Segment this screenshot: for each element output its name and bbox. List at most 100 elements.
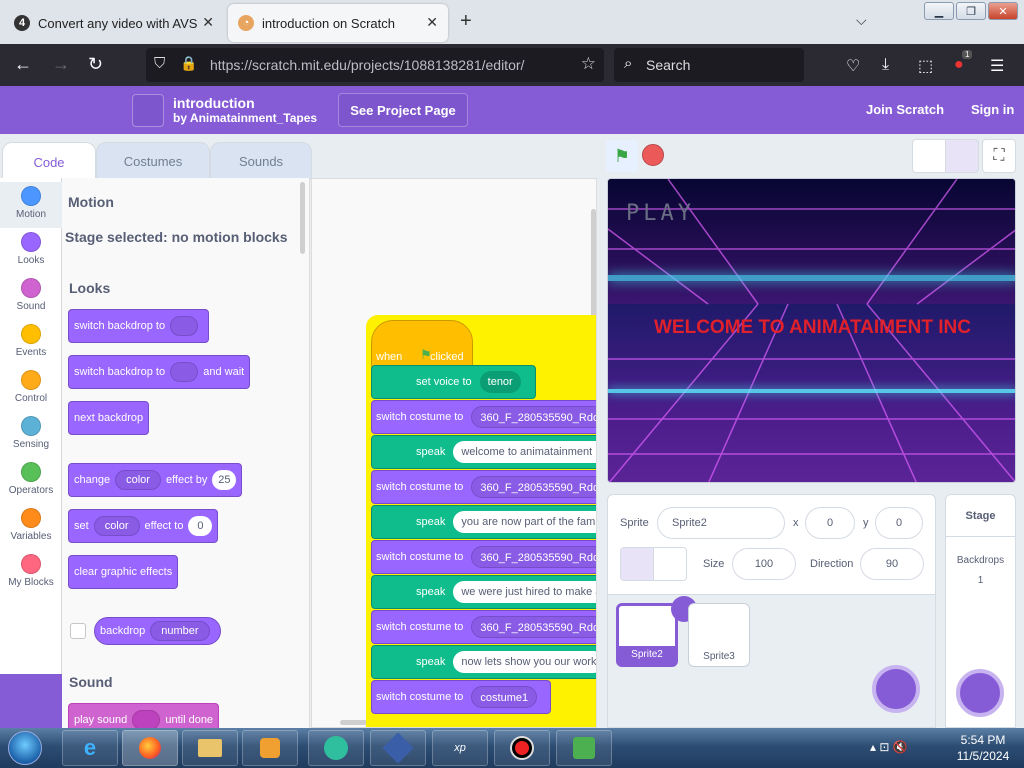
tab-code[interactable]: Code (2, 142, 96, 182)
reload-icon[interactable]: ↻ (88, 54, 103, 75)
costume-dropdown[interactable]: 360_F_280535590_Rdoc (471, 476, 596, 498)
windows-start-icon[interactable] (8, 731, 42, 765)
block-play-sound-until-done[interactable]: play sound until done (68, 703, 220, 728)
extensions-icon[interactable]: ⬚ (918, 56, 933, 76)
backdrop-reporter-checkbox[interactable] (70, 623, 86, 639)
speak-text-input[interactable]: we were just hired to make a (453, 581, 596, 603)
join-scratch-link[interactable]: Join Scratch (866, 102, 944, 117)
backdrop-attr-dropdown[interactable]: number (150, 621, 210, 641)
script-workspace[interactable]: when ⚑ clicked set voice to tenor switch… (311, 178, 597, 728)
internet-explorer-icon[interactable]: e (62, 730, 118, 766)
lock-icon[interactable]: 🔒 (180, 55, 197, 72)
effect-amount-input[interactable]: 25 (212, 470, 237, 490)
pocket-icon[interactable]: ♡ (846, 56, 860, 76)
project-author[interactable]: by Animatainment_Tapes (173, 111, 317, 125)
sprite-name-input[interactable]: Sprite2 (657, 507, 785, 539)
tab-costumes[interactable]: Costumes (96, 142, 210, 180)
firefox-icon[interactable] (122, 730, 178, 766)
add-sprite-button[interactable] (872, 665, 920, 713)
speak-text-input[interactable]: you are now part of the family (453, 511, 596, 533)
sync-app-icon[interactable] (556, 730, 612, 766)
project-thumbnail[interactable] (132, 94, 164, 127)
y-input[interactable]: 0 (875, 507, 923, 539)
category-sensing[interactable]: Sensing (0, 412, 62, 458)
bookmark-star-icon[interactable]: ☆ (581, 54, 596, 74)
green-flag-button[interactable]: ⚑ (606, 140, 638, 172)
stage-selector[interactable]: Stage Backdrops 1 (945, 494, 1016, 728)
speak-block[interactable]: speak we were just hired to make a (371, 575, 596, 609)
stage-canvas[interactable]: PLAY WELCOME TO ANIMATAIMENT INC (607, 178, 1016, 483)
add-extension-button[interactable] (0, 674, 62, 728)
speak-block[interactable]: speak now lets show you our work (371, 645, 596, 679)
block-clear-graphic-effects[interactable]: clear graphic effects (68, 555, 179, 589)
video-converter-icon[interactable] (308, 730, 364, 766)
address-bar[interactable]: ⛉ 🔒 https://scratch.mit.edu/projects/108… (146, 48, 604, 82)
minimize-icon[interactable]: ▁ (924, 2, 954, 20)
block-backdrop-reporter[interactable]: backdrop number (94, 617, 221, 645)
voice-dropdown[interactable]: tenor (479, 371, 521, 393)
switch-costume-block[interactable]: switch costume to 360_F_280535590_Rdoc (371, 470, 596, 504)
addon-icon[interactable]: ● (954, 56, 964, 74)
see-project-page-button[interactable]: See Project Page (338, 93, 468, 127)
direction-input[interactable]: 90 (860, 548, 924, 580)
small-stage-button[interactable] (912, 139, 946, 173)
close-tab-icon[interactable]: ✕ (202, 14, 214, 31)
category-operators[interactable]: Operators (0, 458, 62, 504)
size-input[interactable]: 100 (732, 548, 796, 580)
speak-block[interactable]: speak welcome to animatainment inc (371, 435, 596, 469)
back-icon[interactable]: ← (14, 54, 32, 75)
tab-sounds[interactable]: Sounds (210, 142, 312, 180)
block-switch-backdrop[interactable]: switch backdrop to (68, 309, 210, 343)
maximize-icon[interactable]: ❐ (956, 2, 986, 20)
block-set-effect[interactable]: set color effect to 0 (68, 509, 219, 543)
palette-scrollbar[interactable] (300, 182, 305, 254)
chevron-down-icon[interactable]: ⌵ (856, 12, 867, 29)
show-sprite-button[interactable] (620, 547, 654, 581)
costume-dropdown[interactable]: costume1 (471, 686, 538, 708)
category-variables[interactable]: Variables (0, 504, 62, 550)
switch-costume-block[interactable]: switch costume to 360_F_280535590_Rdoc (371, 400, 596, 434)
backdrop-dropdown[interactable] (170, 316, 199, 336)
new-tab-icon[interactable]: + (460, 10, 472, 33)
search-input[interactable]: ⌕ Search (614, 48, 804, 82)
sprite-thumb-sprite2[interactable]: Sprite2 (616, 596, 697, 667)
file-explorer-icon[interactable] (182, 730, 238, 766)
category-events[interactable]: Events (0, 320, 62, 366)
switch-costume-block[interactable]: switch costume to 360_F_280535590_Rdoc (371, 610, 596, 644)
large-stage-button[interactable] (945, 139, 979, 173)
menu-icon[interactable]: ☰ (990, 56, 1004, 76)
switch-costume-block[interactable]: switch costume to 360_F_280535590_Rdoc (371, 540, 596, 574)
url-text[interactable]: https://scratch.mit.edu/projects/1088138… (210, 57, 524, 73)
category-control[interactable]: Control (0, 366, 62, 412)
download-icon[interactable]: ⤓ (882, 56, 889, 74)
costume-dropdown[interactable]: 360_F_280535590_Rdoc (471, 616, 596, 638)
speak-block[interactable]: speak you are now part of the family (371, 505, 596, 539)
costume-dropdown[interactable]: 360_F_280535590_Rdoc (471, 546, 596, 568)
backdrop-dropdown[interactable] (170, 362, 199, 382)
media-player-icon[interactable] (242, 730, 298, 766)
speak-text-input[interactable]: welcome to animatainment inc (453, 441, 596, 463)
block-next-backdrop[interactable]: next backdrop (68, 401, 150, 435)
hide-sprite-button[interactable] (653, 547, 687, 581)
costume-dropdown[interactable]: 360_F_280535590_Rdoc (471, 406, 596, 428)
sign-in-link[interactable]: Sign in (971, 102, 1014, 117)
browser-tab-avs[interactable]: 4 Convert any video with AVS Free ✕ (4, 4, 224, 42)
effect-dropdown[interactable]: color (115, 470, 161, 490)
set-voice-block[interactable]: set voice to tenor (371, 365, 536, 399)
sprite-thumb-sprite3[interactable]: Sprite3 (688, 603, 750, 667)
x-input[interactable]: 0 (805, 507, 855, 539)
virtualbox-icon[interactable] (370, 730, 426, 766)
category-sound[interactable]: Sound (0, 274, 62, 320)
system-tray[interactable]: ▴ ⊡ 🔇 (870, 740, 908, 754)
speak-text-input[interactable]: now lets show you our work (453, 651, 596, 673)
stop-button[interactable] (642, 144, 664, 166)
screen-recorder-icon[interactable] (494, 730, 550, 766)
taskbar-clock[interactable]: 5:54 PM 11/5/2024 (948, 732, 1018, 764)
fullscreen-icon[interactable]: ⛶ (982, 139, 1016, 173)
project-title[interactable]: introduction (173, 95, 255, 111)
block-change-effect[interactable]: change color effect by 25 (68, 463, 243, 497)
xp-mode-icon[interactable]: xp (432, 730, 488, 766)
switch-costume-block[interactable]: switch costume to costume1 (371, 680, 551, 714)
category-looks[interactable]: Looks (0, 228, 62, 274)
browser-tab-scratch[interactable]: ◔ introduction on Scratch ✕ (228, 4, 448, 42)
